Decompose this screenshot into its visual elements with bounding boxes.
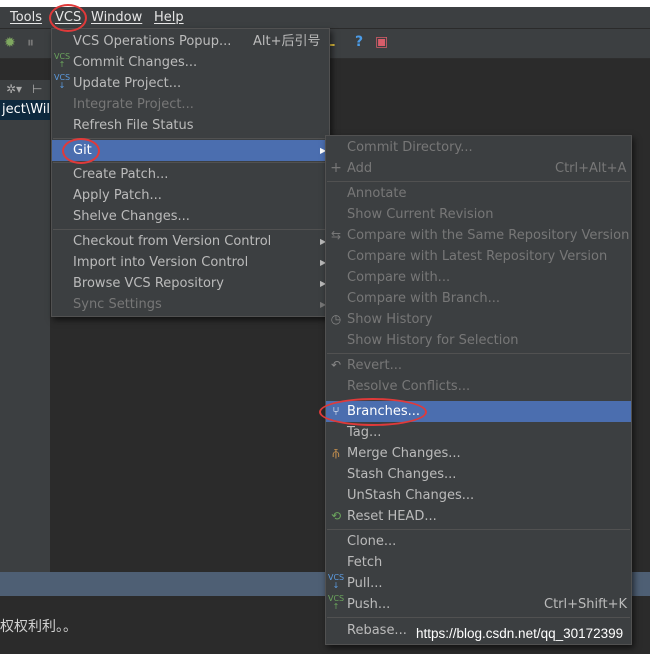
menu-item-show-history[interactable]: ◷ Show History — [326, 309, 631, 330]
debug-icon[interactable]: ✹ — [4, 35, 16, 51]
menu-tools[interactable]: Tools — [10, 10, 42, 25]
separator — [327, 353, 630, 354]
separator — [327, 181, 630, 182]
menu-help[interactable]: Help — [154, 10, 184, 25]
menu-item-apply-patch[interactable]: Apply Patch... — [52, 185, 329, 206]
menu-item-unstash-changes[interactable]: UnStash Changes... — [326, 485, 631, 506]
menu-item-merge-changes[interactable]: ⫚ Merge Changes... — [326, 443, 631, 464]
vcs-menu: VCS Operations Popup... Alt+后引号 VCS ↑ Com… — [51, 28, 330, 317]
add-icon: + — [330, 160, 342, 176]
separator — [327, 529, 630, 530]
separator — [327, 617, 630, 618]
shortcut-label: Alt+后引号 — [253, 34, 321, 49]
shortcut-label: Ctrl+Alt+A — [555, 161, 627, 176]
menu-item-commit-directory[interactable]: Commit Directory... — [326, 137, 631, 158]
menu-item-resolve-conflicts[interactable]: Resolve Conflicts... — [326, 376, 631, 397]
push-icon: VCS ↑ — [328, 594, 345, 611]
menu-item-reset-head[interactable]: ⟲ Reset HEAD... — [326, 506, 631, 527]
highlight-circle — [49, 4, 87, 32]
menu-item-sync-settings[interactable]: Sync Settings ▶ — [52, 294, 329, 315]
menu-bar: Tools VCS Window Help — [0, 7, 650, 29]
bottom-text: 权权利利。。 — [0, 619, 77, 635]
menu-item-add[interactable]: + Add Ctrl+Alt+A — [326, 158, 631, 179]
project-tree — [0, 120, 50, 148]
revert-icon: ↶ — [330, 358, 342, 372]
shortcut-label: Ctrl+Shift+K — [544, 597, 627, 612]
menu-item-shelve-changes[interactable]: Shelve Changes... — [52, 206, 329, 227]
menu-item-fetch[interactable]: Fetch — [326, 552, 631, 573]
top-strip — [0, 0, 650, 7]
menu-item-vcs-operations[interactable]: VCS Operations Popup... Alt+后引号 — [52, 31, 329, 52]
pin-icon[interactable]: ⊢ — [32, 82, 42, 96]
menu-item-compare-same-repo[interactable]: ⇆ Compare with the Same Repository Versi… — [326, 225, 631, 246]
menu-window[interactable]: Window — [91, 10, 142, 25]
menu-item-revert[interactable]: ↶ Revert... — [326, 355, 631, 376]
separator — [53, 229, 328, 230]
project-tree-row[interactable]: ject\Wil — [0, 100, 50, 120]
separator — [53, 138, 328, 139]
highlight-circle — [62, 138, 100, 164]
merge-icon: ⫚ — [332, 446, 340, 460]
plugin-icon[interactable]: ▣ — [375, 34, 388, 50]
compare-icon: ⇆ — [330, 228, 342, 242]
menu-item-import[interactable]: Import into Version Control ▶ — [52, 252, 329, 273]
side-panel — [0, 148, 50, 572]
reset-icon: ⟲ — [330, 509, 342, 523]
menu-item-compare-branch[interactable]: Compare with Branch... — [326, 288, 631, 309]
menu-item-integrate-project[interactable]: Integrate Project... — [52, 94, 329, 115]
menu-item-commit-changes[interactable]: VCS ↑ Commit Changes... — [52, 52, 329, 73]
menu-item-refresh-file-status[interactable]: Refresh File Status — [52, 115, 329, 136]
menu-item-create-patch[interactable]: Create Patch... — [52, 164, 329, 185]
project-path: ject\Wil — [2, 102, 51, 117]
menu-item-compare-latest[interactable]: Compare with Latest Repository Version — [326, 246, 631, 267]
project-toolbar: ✲▾ ⊢ — [0, 80, 50, 102]
separator — [53, 162, 328, 163]
menu-item-annotate[interactable]: Annotate — [326, 183, 631, 204]
menu-item-clone[interactable]: Clone... — [326, 531, 631, 552]
settings-icon[interactable]: ✲▾ — [6, 82, 22, 96]
git-submenu: Commit Directory... + Add Ctrl+Alt+A Ann… — [325, 135, 632, 645]
menu-item-pull[interactable]: VCS ↓ Pull... — [326, 573, 631, 594]
menu-item-history-selection[interactable]: Show History for Selection — [326, 330, 631, 351]
menu-item-update-project[interactable]: VCS ↓ Update Project... — [52, 73, 329, 94]
update-icon: VCS ↓ — [54, 73, 71, 90]
watermark: https://blog.csdn.net/qq_30172399 — [416, 626, 624, 641]
menu-item-show-current-revision[interactable]: Show Current Revision — [326, 204, 631, 225]
pause-icon[interactable]: ⏸ — [27, 35, 34, 51]
history-icon: ◷ — [330, 312, 342, 326]
menu-item-compare-with[interactable]: Compare with... — [326, 267, 631, 288]
help-icon[interactable]: ? — [355, 34, 363, 50]
pull-icon: VCS ↓ — [328, 573, 345, 590]
commit-icon: VCS ↑ — [54, 52, 71, 69]
menu-item-browse-vcs[interactable]: Browse VCS Repository ▶ — [52, 273, 329, 294]
menu-item-push[interactable]: VCS ↑ Push... Ctrl+Shift+K — [326, 594, 631, 615]
menu-item-stash-changes[interactable]: Stash Changes... — [326, 464, 631, 485]
menu-item-checkout[interactable]: Checkout from Version Control ▶ — [52, 231, 329, 252]
highlight-circle — [319, 398, 427, 426]
